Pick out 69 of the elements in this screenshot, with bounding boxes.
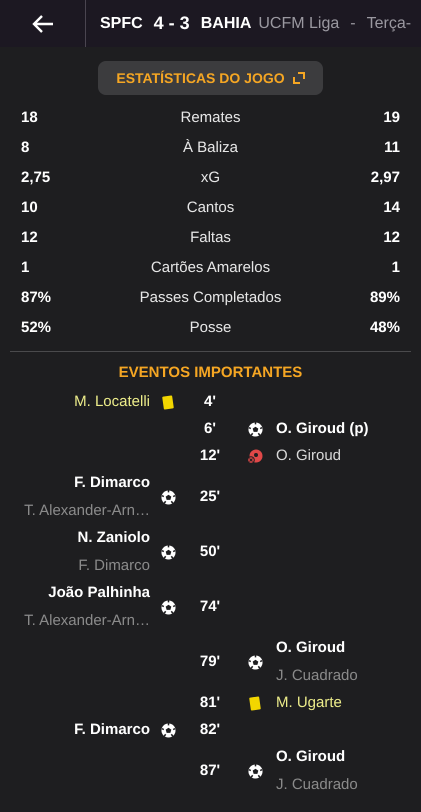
stat-label: À Baliza (182, 138, 240, 158)
ball-icon (160, 600, 176, 614)
ball-icon (160, 722, 176, 738)
away-stat: 89% (368, 288, 400, 308)
ball-icon (248, 422, 262, 436)
away-stat: 11 (383, 138, 400, 158)
ball-icon (160, 544, 176, 560)
assist-name: F. Dimarco (78, 556, 150, 576)
player-name: M. Locatelli (74, 392, 150, 412)
away-stat: 1 (390, 258, 400, 278)
event-minute: 6' (204, 418, 216, 439)
home-stat: 2,75 (21, 168, 52, 188)
home-team: SPFC (100, 14, 143, 34)
stat-label: xG (200, 168, 222, 188)
event-minute: 4' (204, 392, 216, 412)
player-name: O. Giroud (276, 746, 346, 766)
player-name: O. Giroud (276, 638, 346, 658)
ball-icon (248, 764, 262, 778)
section-title: EVENTOS IMPORTANTES (118, 363, 302, 383)
assist-name: J. Cuadrado (276, 666, 358, 686)
event-minute: 12' (200, 446, 220, 466)
player-name: M. Ugarte (276, 692, 342, 713)
home-stat: 1 (21, 258, 30, 278)
event-minute: 87' (200, 760, 220, 781)
match-stats-button[interactable]: ESTATÍSTICAS DO JOGO (98, 61, 323, 95)
home-stat: 8 (21, 138, 30, 158)
player-name: O. Giroud (p) (276, 418, 368, 439)
player-name: N. Zaniolo (78, 528, 150, 548)
event-minute: 82' (200, 720, 220, 740)
away-stat: 48% (368, 318, 400, 338)
ball-icon (248, 654, 262, 670)
away-team: BAHIA (200, 14, 252, 34)
stat-label: Faltas (189, 228, 232, 248)
stat-label: Cartões Amarelos (150, 258, 272, 278)
back-arrow-icon (30, 14, 54, 34)
separator: - (350, 14, 356, 34)
away-stat: 2,97 (370, 168, 400, 188)
score: 4 - 3 (154, 12, 190, 35)
booking-card-icon (249, 696, 261, 710)
home-stat: 12 (21, 228, 39, 248)
away-stat: 12 (382, 228, 400, 248)
stat-label: Passes Completados (138, 288, 282, 308)
player-name: F. Dimarco (74, 472, 150, 492)
expand-icon (292, 72, 305, 84)
ball-icon (160, 490, 176, 504)
assist-name: T. Alexander-Arn… (24, 501, 150, 521)
assist-name: T. Alexander-Arn… (24, 611, 150, 631)
home-stat: 52% (21, 318, 52, 338)
competition: UCFM Liga (258, 14, 340, 34)
away-stat: 19 (382, 108, 400, 128)
event-minute: 74' (200, 596, 220, 617)
event-minute: 50' (200, 542, 220, 562)
home-stat: 18 (21, 108, 39, 128)
assist-name: J. Cuadrado (276, 775, 358, 795)
stat-label: Cantos (186, 198, 236, 218)
stat-label: Posse (188, 318, 232, 338)
event-minute: 81' (200, 692, 220, 713)
event-minute: 79' (200, 652, 220, 672)
player-name: F. Dimarco (74, 720, 150, 740)
missed-ball-icon (247, 448, 263, 464)
event-minute: 25' (200, 486, 220, 507)
player-name: O. Giroud (276, 446, 342, 466)
away-stat: 14 (382, 198, 400, 218)
match-date: Terça- (366, 14, 412, 34)
home-stat: 87% (21, 288, 52, 308)
booking-card-icon (162, 394, 174, 410)
home-stat: 10 (21, 198, 39, 218)
player-name: João Palhinha (48, 582, 150, 602)
stat-label: Remates (179, 108, 242, 128)
